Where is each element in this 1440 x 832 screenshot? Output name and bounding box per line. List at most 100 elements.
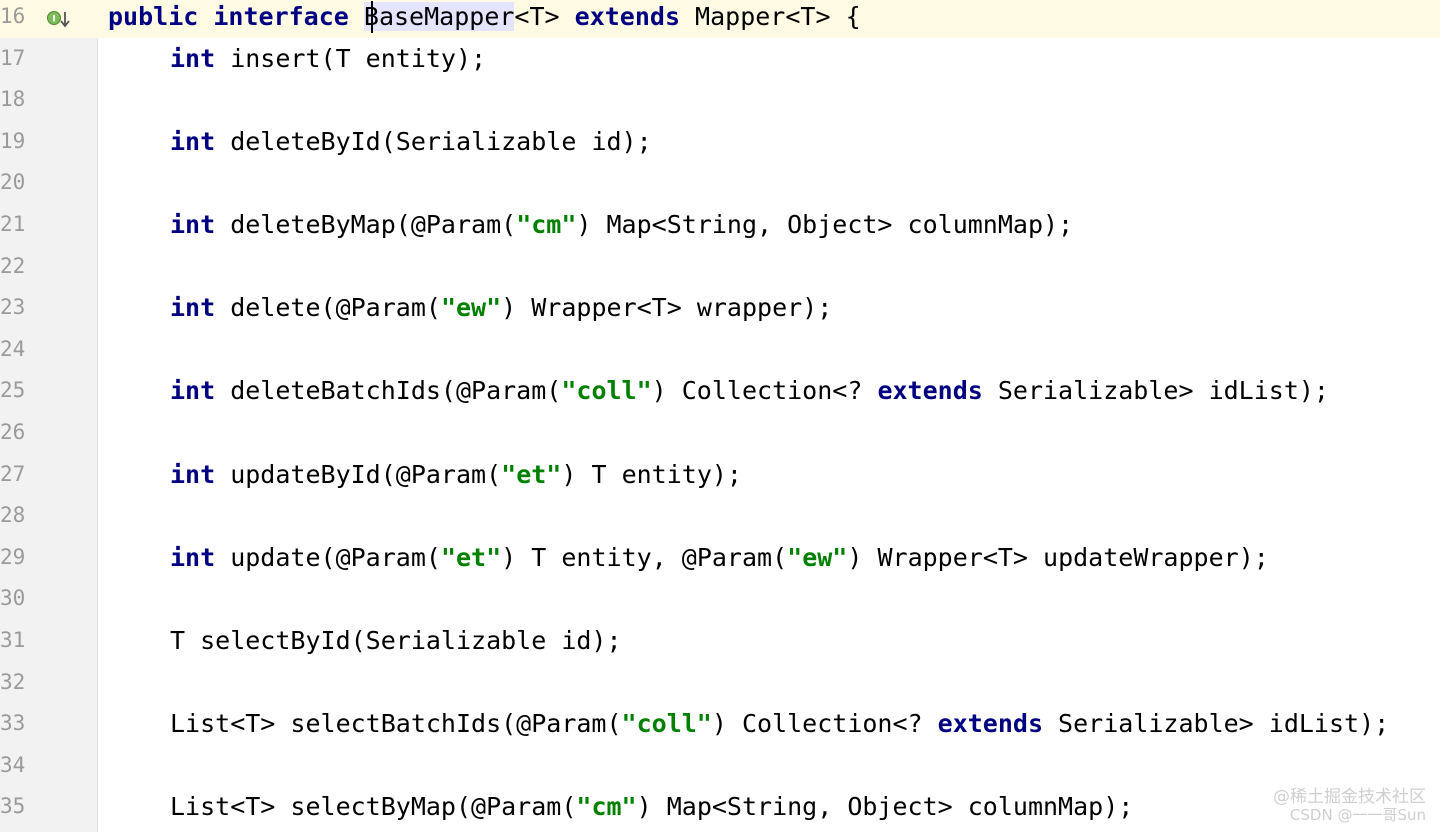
code-line[interactable]: 34 (0, 745, 1440, 787)
keyword-token: interface (213, 2, 349, 31)
code-token: ) Map<String, Object> columnMap); (576, 210, 1074, 239)
string-token: "coll" (621, 709, 712, 739)
keyword-token: extends (574, 2, 680, 31)
code-line[interactable]: 35 List<T> selectByMap(@Param("cm") Map<S… (0, 786, 1440, 828)
code-text[interactable]: int deleteById(Serializable id); (170, 121, 652, 163)
gutter-cell[interactable]: 29 (0, 537, 97, 579)
code-text[interactable]: int delete(@Param("ew") Wrapper<T> wrapp… (170, 287, 832, 329)
gutter-cell[interactable]: 18 (0, 79, 97, 121)
gutter-cell[interactable]: 27 (0, 454, 97, 496)
gutter-cell[interactable]: 35 (0, 786, 97, 828)
code-token: ) Wrapper<T> wrapper); (501, 293, 833, 323)
line-number: 23 (0, 295, 26, 320)
code-line[interactable]: 17 int insert(T entity); (0, 38, 1440, 80)
code-line[interactable]: 30 (0, 578, 1440, 620)
gutter-cell[interactable]: 32 (0, 662, 97, 704)
code-text[interactable]: int insert(T entity); (170, 38, 486, 80)
gutter-cell[interactable]: 17 (0, 38, 97, 80)
gutter-cell[interactable]: 21 (0, 204, 97, 246)
code-text[interactable]: List<T> selectBatchIds(@Param("coll") Co… (170, 703, 1389, 745)
gutter-cell[interactable]: 20 (0, 162, 97, 204)
code-token: ) Wrapper<T> updateWrapper); (847, 542, 1269, 572)
string-token: "coll" (561, 376, 652, 406)
line-number: 33 (0, 711, 26, 736)
implemented-interface-icon[interactable]: I (46, 5, 72, 28)
code-line[interactable]: 24 (0, 329, 1440, 371)
code-token: ) Map<String, Object> columnMap); (636, 792, 1134, 822)
code-text[interactable]: public interface BaseMapper<T> extends M… (108, 0, 861, 38)
line-number: 30 (0, 586, 26, 611)
gutter-cell[interactable]: 23 (0, 287, 97, 329)
line-number: 17 (0, 45, 26, 70)
code-line[interactable]: 31 T selectById(Serializable id); (0, 620, 1440, 662)
code-token: Mapper<T> { (680, 2, 861, 31)
keyword-token: int (170, 126, 216, 156)
code-line[interactable]: 27 int updateById(@Param("et") T entity); (0, 454, 1440, 496)
code-token: <T> (514, 2, 575, 31)
gutter-cell[interactable]: 22 (0, 246, 97, 288)
code-token: deleteByMap(@Param( (215, 210, 517, 239)
code-text[interactable]: int updateById(@Param("et") T entity); (170, 454, 742, 496)
code-line[interactable]: 20 (0, 162, 1440, 204)
code-text[interactable]: int update(@Param("et") T entity, @Param… (170, 537, 1269, 579)
line-number: 26 (0, 420, 26, 444)
gutter-cell[interactable]: 34 (0, 745, 97, 787)
code-token: List<T> selectBatchIds(@Param( (170, 709, 622, 739)
code-token: T selectById(Serializable id); (170, 626, 622, 655)
code-token: updateById(@Param( (215, 459, 502, 489)
line-number: 16 (0, 4, 26, 28)
line-number: 24 (0, 336, 26, 361)
string-token: "cm" (576, 792, 637, 822)
gutter-cell[interactable]: 30 (0, 578, 97, 620)
svg-text:I: I (52, 15, 55, 25)
keyword-token: int (170, 210, 216, 239)
code-line[interactable]: 28 (0, 495, 1440, 537)
text-caret (371, 1, 373, 33)
code-token: ) T entity, @Param( (501, 542, 788, 572)
string-token: "cm" (516, 210, 577, 239)
keyword-token: extends (937, 709, 1043, 739)
line-number: 28 (0, 503, 26, 528)
code-line[interactable]: 32 (0, 662, 1440, 704)
line-number: 25 (0, 378, 26, 403)
code-text[interactable]: T selectById(Serializable id); (170, 620, 622, 662)
code-token: Serializable> idList); (982, 376, 1329, 406)
code-line[interactable]: 18 (0, 79, 1440, 121)
code-line[interactable]: 16 Ipublic interface BaseMapper<T> extend… (0, 0, 1440, 38)
code-token: ) Collection<? (711, 709, 938, 739)
line-number: 18 (0, 87, 26, 112)
line-number: 35 (0, 794, 26, 819)
code-line[interactable]: 21 int deleteByMap(@Param("cm") Map<Strin… (0, 204, 1440, 246)
line-number: 32 (0, 669, 26, 694)
code-token: deleteById(Serializable id); (215, 126, 652, 156)
code-line[interactable]: 23 int delete(@Param("ew") Wrapper<T> wra… (0, 287, 1440, 329)
gutter-cell[interactable]: 25 (0, 370, 97, 412)
line-number: 29 (0, 544, 26, 569)
line-number: 31 (0, 628, 26, 652)
gutter-cell[interactable]: 28 (0, 495, 97, 537)
code-line[interactable]: 25 int deleteBatchIds(@Param("coll") Coll… (0, 370, 1440, 412)
code-line[interactable]: 33 List<T> selectBatchIds(@Param("coll") … (0, 703, 1440, 745)
gutter-cell[interactable]: 19 (0, 121, 97, 163)
line-number: 19 (0, 128, 26, 153)
code-line[interactable]: 19 int deleteById(Serializable id); (0, 121, 1440, 163)
line-number: 22 (0, 253, 26, 278)
line-number: 21 (0, 212, 26, 236)
code-line[interactable]: 26 (0, 412, 1440, 454)
code-editor[interactable]: 16 Ipublic interface BaseMapper<T> extend… (0, 0, 1440, 832)
gutter-cell[interactable]: 16 I (0, 0, 97, 38)
code-text[interactable]: int deleteBatchIds(@Param("coll") Collec… (170, 370, 1329, 412)
line-number: 27 (0, 461, 26, 486)
gutter-cell[interactable]: 31 (0, 620, 97, 662)
gutter-cell[interactable]: 26 (0, 412, 97, 454)
highlighted-identifier: BaseMapper (363, 2, 515, 31)
code-token: deleteBatchIds(@Param( (215, 376, 562, 406)
code-text[interactable]: List<T> selectByMap(@Param("cm") Map<Str… (170, 786, 1133, 828)
code-line[interactable]: 29 int update(@Param("et") T entity, @Par… (0, 537, 1440, 579)
gutter-cell[interactable]: 33 (0, 703, 97, 745)
code-line[interactable]: 22 (0, 246, 1440, 288)
code-text[interactable]: int deleteByMap(@Param("cm") Map<String,… (170, 204, 1073, 246)
gutter-cell[interactable]: 24 (0, 329, 97, 371)
